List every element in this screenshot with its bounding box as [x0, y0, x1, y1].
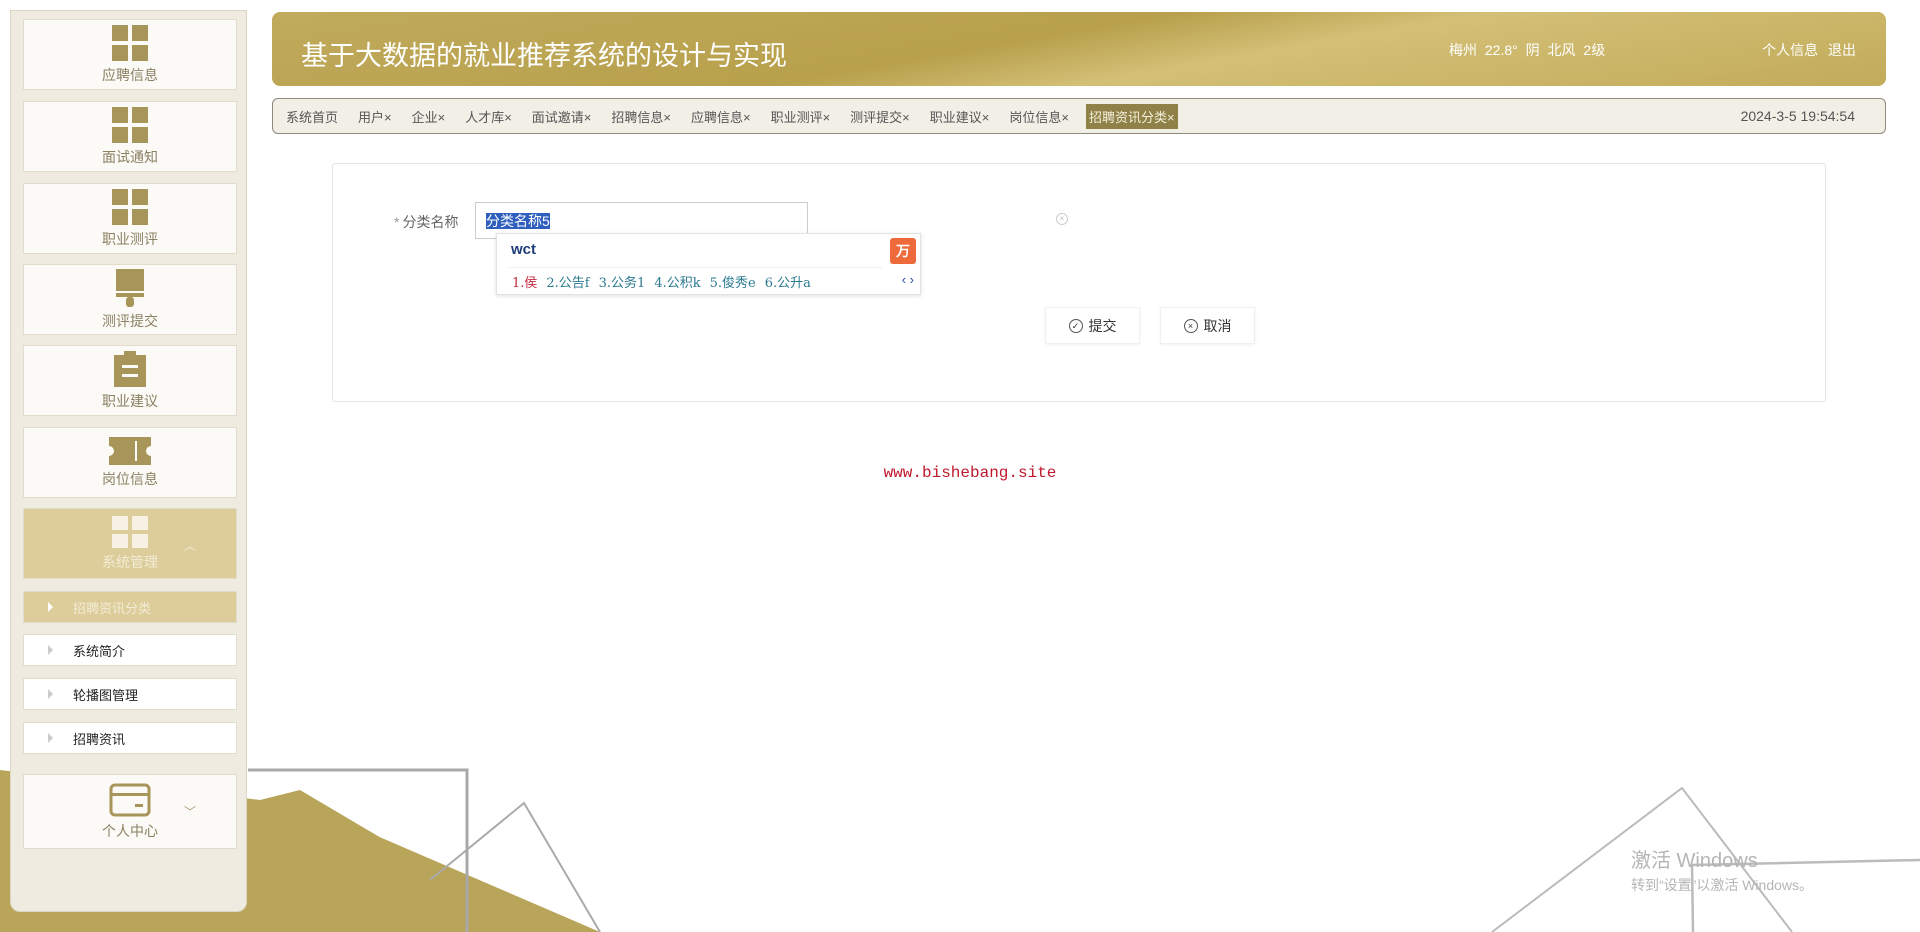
grid-icon [112, 515, 148, 548]
ime-candidate-popup: wct 万 1.侯 2.公告f 3.公务1 4.公积k 5.俊秀e 6.公升a ‹ › [496, 233, 921, 295]
sidebar-item-label: 应聘信息 [102, 66, 158, 83]
tab-home[interactable]: 系统首页 [283, 104, 341, 129]
sidebar-item-label: 系统管理 [102, 553, 158, 570]
ime-candidate[interactable]: 1.侯 [512, 276, 537, 291]
header: 基于大数据的就业推荐系统的设计与实现 梅州 22.8° 阴 北风 2级 个人信息… [272, 12, 1886, 86]
tab-interview-invites[interactable]: 面试邀请× [529, 104, 595, 129]
sidebar-item-personal-center[interactable]: 个人中心 ﹀ [23, 774, 237, 849]
clear-icon[interactable]: × [1056, 213, 1068, 225]
windows-activation-watermark: 激活 Windows 转到“设置”以激活 Windows。 [1631, 844, 1813, 895]
brush-icon [116, 268, 144, 307]
caret-right-icon [48, 689, 53, 699]
sidebar-item-system-management[interactable]: 系统管理 ︿ [23, 508, 237, 579]
grid-icon [112, 24, 148, 61]
datetime: 2024-3-5 19:54:54 [1740, 108, 1855, 124]
sidebar-item-assessment[interactable]: 职业测评 [23, 183, 237, 254]
ime-composition: wct [511, 241, 537, 258]
tab-companies[interactable]: 企业× [409, 104, 449, 129]
ime-candidate[interactable]: 3.公务1 [599, 276, 646, 291]
ime-candidate[interactable]: 4.公积k [654, 276, 700, 291]
sidebar-item-label: 面试通知 [102, 148, 158, 165]
tab-assessment[interactable]: 职业测评× [768, 104, 834, 129]
caret-right-icon [48, 602, 53, 612]
tab-talent-pool[interactable]: 人才库× [462, 104, 515, 129]
tab-users[interactable]: 用户× [355, 104, 395, 129]
profile-link[interactable]: 个人信息 [1762, 42, 1818, 58]
sidebar-subitem-job-news-category[interactable]: 招聘资讯分类 [23, 591, 237, 623]
required-mark: * [394, 214, 400, 230]
ime-candidates: 1.侯 2.公告f 3.公务1 4.公积k 5.俊秀e 6.公升a [512, 272, 820, 291]
sidebar-subitem-label: 招聘资讯分类 [73, 600, 152, 616]
grid-icon [112, 188, 148, 225]
tab-applications[interactable]: 应聘信息× [688, 104, 754, 129]
tab-job-news-category[interactable]: 招聘资讯分类× [1085, 103, 1178, 129]
sidebar-item-positions[interactable]: 岗位信息 [23, 427, 237, 498]
caret-right-icon [48, 645, 53, 655]
ime-candidate[interactable]: 5.俊秀e [710, 276, 756, 291]
sidebar-item-label: 个人中心 [102, 822, 158, 839]
tab-job-postings[interactable]: 招聘信息× [608, 104, 674, 129]
clipboard-icon [114, 350, 146, 387]
site-watermark: www.bishebang.site [883, 464, 1057, 482]
caret-right-icon [48, 733, 53, 743]
check-circle-icon: ✓ [1068, 318, 1083, 333]
sidebar: 应聘信息 面试通知 职业测评 测评提交 职业建议 岗位信息 系统管理 ︿ 招聘资… [10, 10, 247, 912]
input-value: 分类名称5 [486, 213, 550, 229]
category-name-label: * 分类名称 [394, 212, 458, 232]
sidebar-item-applications[interactable]: 应聘信息 [23, 19, 237, 90]
tab-assessment-submit[interactable]: 测评提交× [847, 104, 913, 129]
tab-career-advice[interactable]: 职业建议× [927, 104, 993, 129]
ime-page-arrows-icon[interactable]: ‹ › [902, 272, 914, 287]
sidebar-item-label: 职业建议 [102, 392, 158, 409]
sidebar-item-career-advice[interactable]: 职业建议 [23, 345, 237, 416]
close-circle-icon: × [1183, 318, 1198, 333]
card-icon [109, 783, 151, 816]
grid-icon [112, 106, 148, 143]
chevron-up-icon: ︿ [183, 539, 196, 553]
ime-candidate[interactable]: 2.公告f [546, 276, 589, 291]
sidebar-subitem-label: 系统简介 [73, 643, 126, 659]
label-text: 分类名称 [402, 214, 459, 230]
logout-link[interactable]: 退出 [1828, 42, 1856, 58]
sidebar-subitem-label: 轮播图管理 [73, 687, 139, 703]
activation-title: 激活 Windows [1631, 850, 1758, 872]
ime-logo-icon: 万 [890, 238, 916, 264]
ticket-icon [109, 436, 151, 465]
sidebar-subitem-label: 招聘资讯 [73, 731, 126, 747]
chevron-down-icon: ﹀ [183, 805, 196, 819]
sidebar-item-assessment-submit[interactable]: 测评提交 [23, 264, 237, 335]
page-title: 基于大数据的就业推荐系统的设计与实现 [301, 41, 787, 71]
ime-candidate[interactable]: 6.公升a [765, 276, 811, 291]
sidebar-subitem-carousel[interactable]: 轮播图管理 [23, 678, 237, 710]
sidebar-subitem-system-intro[interactable]: 系统简介 [23, 634, 237, 666]
sidebar-item-label: 测评提交 [102, 312, 158, 329]
submit-label: 提交 [1088, 317, 1117, 334]
weather-info: 梅州 22.8° 阴 北风 2级 [1449, 42, 1606, 58]
tab-bar: 系统首页 用户× 企业× 人才库× 面试邀请× 招聘信息× 应聘信息× 职业测评… [272, 98, 1886, 134]
user-links: 个人信息 退出 [1756, 40, 1856, 60]
sidebar-subitem-job-news[interactable]: 招聘资讯 [23, 722, 237, 754]
cancel-button[interactable]: × 取消 [1160, 307, 1255, 344]
submit-button[interactable]: ✓ 提交 [1045, 307, 1140, 344]
sidebar-item-interviews[interactable]: 面试通知 [23, 101, 237, 172]
activation-subtitle: 转到“设置”以激活 Windows。 [1631, 877, 1814, 893]
tab-positions[interactable]: 岗位信息× [1006, 104, 1072, 129]
sidebar-item-label: 职业测评 [102, 230, 158, 247]
cancel-label: 取消 [1203, 317, 1232, 334]
